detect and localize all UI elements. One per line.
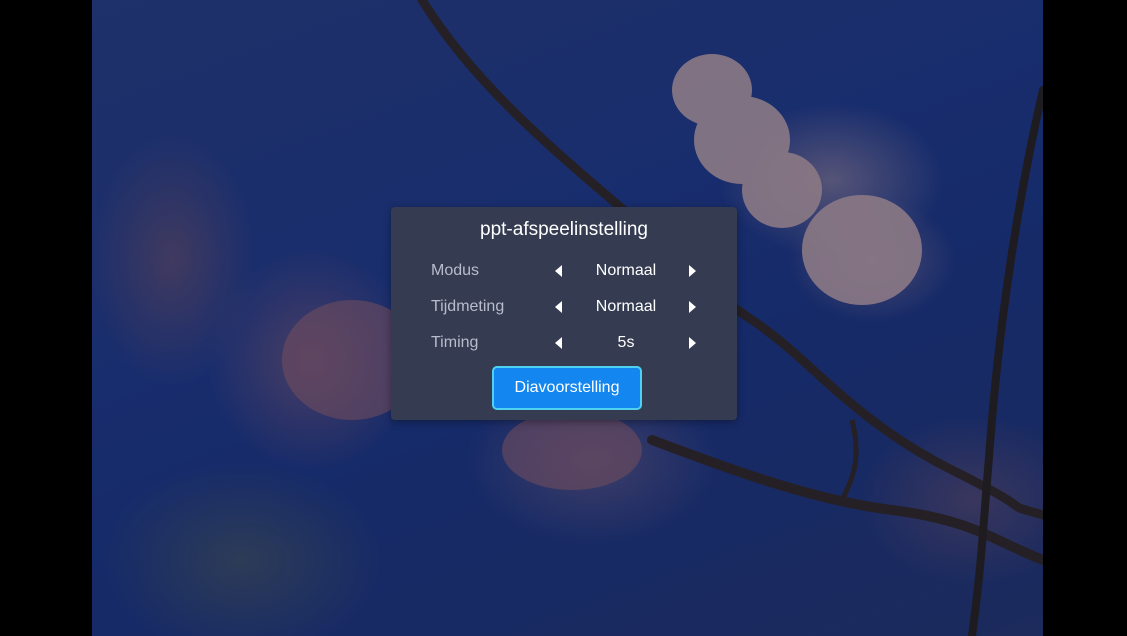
dialog-title: ppt-afspeelinstelling [480,219,648,240]
caret-left-icon[interactable] [550,263,566,279]
setting-row-timing-mode[interactable]: Tijdmeting Normaal [391,295,737,317]
setting-value: Normaal [595,262,657,279]
caret-right-icon[interactable] [684,263,700,279]
setting-label: Modus [431,262,480,279]
ppt-playback-settings-dialog: ppt-afspeelinstelling Modus Normaal Tijd… [391,207,737,420]
setting-label: Tijdmeting [431,298,505,315]
setting-label: Timing [431,334,479,351]
start-slideshow-button[interactable]: Diavoorstelling [492,366,642,410]
caret-left-icon[interactable] [550,335,566,351]
setting-value: 5s [617,334,635,351]
caret-left-icon[interactable] [550,299,566,315]
setting-row-mode[interactable]: Modus Normaal [391,259,737,281]
caret-right-icon[interactable] [684,335,700,351]
setting-value: Normaal [595,298,657,315]
setting-row-interval[interactable]: Timing 5s [391,331,737,353]
caret-right-icon[interactable] [684,299,700,315]
